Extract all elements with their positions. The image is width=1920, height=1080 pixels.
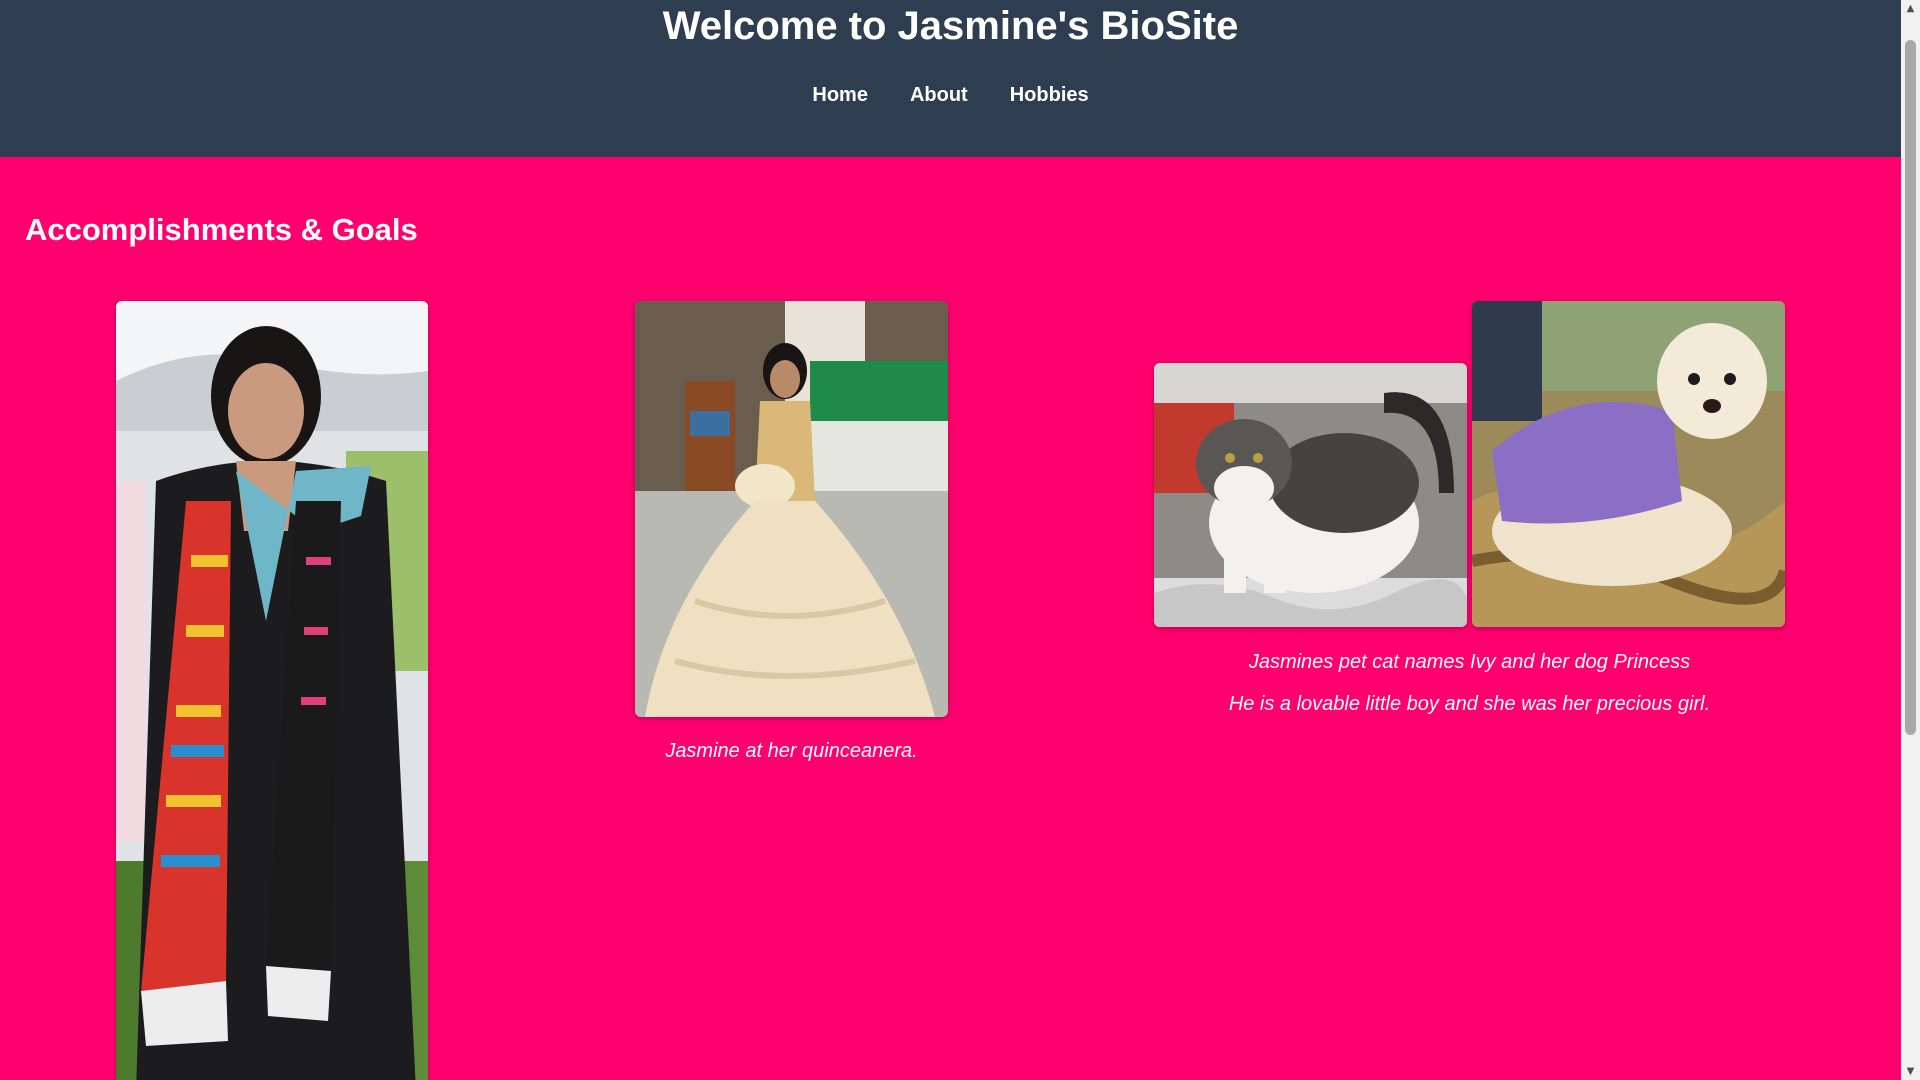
dog-photo: [1472, 301, 1785, 627]
quinceanera-photo: [635, 301, 948, 717]
nav-link-home[interactable]: Home: [812, 84, 868, 107]
quinceanera-caption: Jasmine at her quinceanera.: [665, 740, 918, 762]
cat-photo: [1154, 363, 1467, 627]
page: Welcome to Jasmine's BioSite Home About …: [0, 0, 1920, 1080]
scroll-up-arrow-icon[interactable]: ▲: [1901, 0, 1920, 17]
pets-caption-line-2: He is a lovable little boy and she was h…: [1228, 693, 1711, 715]
vertical-scrollbar[interactable]: ▲ ▼: [1901, 0, 1920, 1080]
scroll-down-arrow-icon[interactable]: ▼: [1901, 1063, 1920, 1080]
main-nav: Home About Hobbies: [0, 84, 1901, 107]
nav-link-about[interactable]: About: [910, 84, 968, 107]
section-title: Accomplishments & Goals: [25, 212, 418, 247]
graduation-photo: [116, 301, 428, 1080]
site-header: Welcome to Jasmine's BioSite Home About …: [0, 0, 1901, 157]
pets-caption-line-1: Jasmines pet cat names Ivy and her dog P…: [1248, 651, 1691, 673]
nav-link-hobbies[interactable]: Hobbies: [1010, 84, 1089, 107]
scrollbar-thumb[interactable]: [1905, 40, 1916, 735]
site-title: Welcome to Jasmine's BioSite: [662, 4, 1239, 48]
